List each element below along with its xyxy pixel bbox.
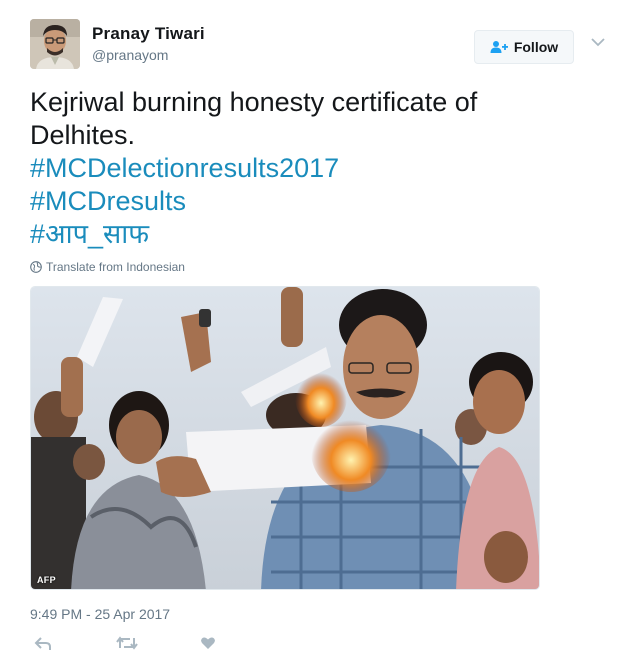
globe-icon [30, 261, 42, 273]
tweet-actions [30, 636, 250, 652]
add-user-icon [490, 41, 508, 53]
author-display-name[interactable]: Pranay Tiwari [92, 24, 205, 44]
hashtag-link[interactable]: #MCDresults [30, 185, 590, 218]
retweet-button[interactable] [116, 636, 138, 650]
chevron-down-icon[interactable] [590, 36, 606, 48]
follow-button-label: Follow [513, 39, 559, 55]
follow-button[interactable]: Follow [474, 30, 574, 64]
reply-button[interactable] [34, 636, 52, 650]
translate-link[interactable]: Translate from Indonesian [30, 260, 185, 274]
tweet-card: Pranay Tiwari @pranayom Follow Kejriwal … [0, 0, 640, 652]
tweet-text-line: Delhites. [30, 120, 136, 150]
hashtag-link[interactable]: #MCDelectionresults2017 [30, 152, 590, 185]
tweet-text-line: Kejriwal burning honesty certificate of [30, 87, 478, 117]
heart-icon [201, 637, 215, 649]
tweet-text: Kejriwal burning honesty certificate of … [30, 86, 590, 251]
photo-watermark: AFP [37, 575, 56, 585]
hashtag-link[interactable]: #आप_साफ [30, 218, 590, 251]
like-button[interactable] [200, 636, 216, 650]
avatar[interactable] [30, 19, 80, 69]
tweet-timestamp[interactable]: 9:49 PM - 25 Apr 2017 [30, 606, 170, 622]
tweet-photo[interactable]: AFP [30, 286, 540, 590]
translate-label: Translate from Indonesian [46, 260, 185, 274]
retweet-icon [116, 636, 138, 650]
reply-icon [34, 637, 51, 650]
author-handle[interactable]: @pranayom [92, 47, 168, 63]
